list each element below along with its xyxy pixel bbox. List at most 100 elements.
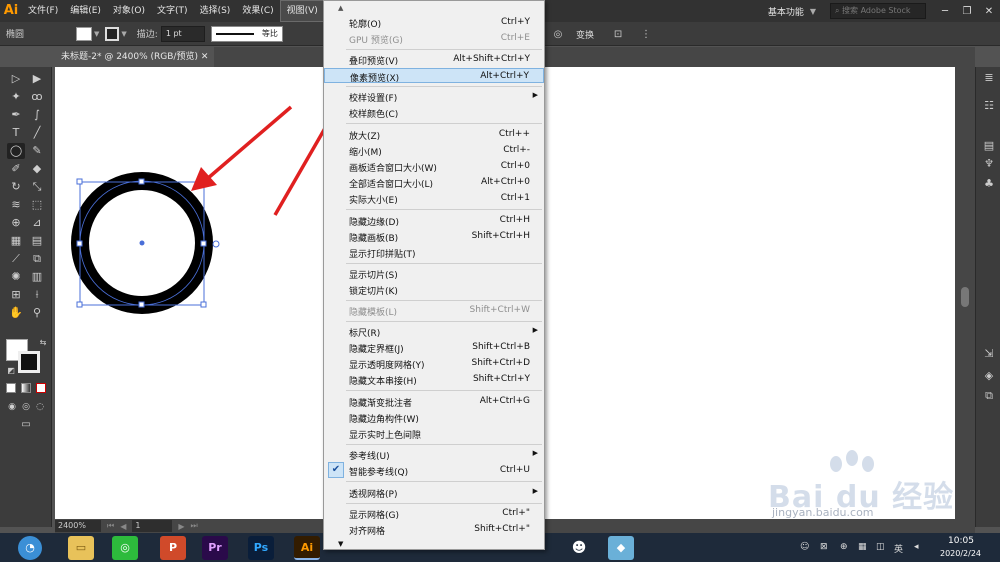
next-artboard-icon[interactable]: ▶ <box>178 522 184 531</box>
menu-effect[interactable]: 效果(C) <box>236 0 279 22</box>
chevron-down-icon[interactable]: ▼ <box>94 30 99 38</box>
close-icon[interactable]: ✕ <box>201 52 209 62</box>
stroke-indicator[interactable] <box>18 351 40 373</box>
tray-icon[interactable]: ☺ <box>800 542 809 552</box>
bbox-handle[interactable] <box>200 240 207 247</box>
menu-type[interactable]: 文字(T) <box>151 0 194 22</box>
menu-item-lock-slices[interactable]: 锁定切片(K) <box>324 282 544 297</box>
scale-tool-icon[interactable]: ⤡ <box>28 179 46 195</box>
menu-edit[interactable]: 编辑(E) <box>64 0 107 22</box>
restore-icon[interactable]: ❐ <box>956 6 978 17</box>
perspective-grid-tool-icon[interactable]: ⊿ <box>28 215 46 231</box>
minimize-icon[interactable]: ─ <box>934 6 956 17</box>
menu-item-hide-artboards[interactable]: 隐藏画板(B) Shift+Ctrl+H <box>324 229 544 244</box>
file-explorer-taskbar-icon[interactable]: ▭ <box>68 536 94 560</box>
symbols-panel-icon[interactable]: ♣ <box>981 177 997 190</box>
mesh-tool-icon[interactable]: ▦ <box>7 233 25 249</box>
fill-color-swatch[interactable] <box>76 26 92 41</box>
menu-item-smart-guides[interactable]: ✔ 智能参考线(Q) Ctrl+U <box>324 462 544 478</box>
input-method-icon[interactable]: 英 <box>894 542 903 555</box>
eyedropper-tool-icon[interactable]: ⟋ <box>7 251 25 267</box>
draw-inside-icon[interactable]: ◌ <box>31 399 49 415</box>
menu-item-fit-all[interactable]: 全部适合窗口大小(L) Alt+Ctrl+0 <box>324 175 544 190</box>
menu-item-show-print-tiling[interactable]: 显示打印拼贴(T) <box>324 245 544 260</box>
scroll-down-icon[interactable]: ▼ <box>338 540 343 548</box>
menu-item-snap-to-grid[interactable]: 对齐网格 Shift+Ctrl+" <box>324 522 544 537</box>
chevron-down-icon[interactable]: ▼ <box>121 30 126 38</box>
menu-item-actual-size[interactable]: 实际大小(E) Ctrl+1 <box>324 191 544 206</box>
zoom-tool-icon[interactable]: ⚲ <box>28 305 46 321</box>
premiere-taskbar-icon[interactable]: Pr <box>202 536 228 560</box>
clock-date[interactable]: 2020/2/24 <box>940 549 981 558</box>
menu-item-rulers[interactable]: 标尺(R) ▶ <box>324 324 544 339</box>
menu-item-show-transparency-grid[interactable]: 显示透明度网格(Y) Shift+Ctrl+D <box>324 356 544 371</box>
blend-tool-icon[interactable]: ⧉ <box>28 251 46 267</box>
workspace-switcher[interactable]: 基本功能 <box>768 5 804 18</box>
menu-item-show-grid[interactable]: 显示网格(G) Ctrl+" <box>324 506 544 521</box>
network-icon[interactable]: ◫ <box>876 542 885 552</box>
curvature-tool-icon[interactable]: ∫ <box>28 107 46 123</box>
bbox-handle[interactable] <box>76 240 83 247</box>
bbox-handle[interactable] <box>200 301 207 308</box>
tray-icon[interactable]: ⊕ <box>840 542 848 552</box>
align-icon[interactable]: ⋮ <box>636 29 656 40</box>
screen-mode-icon[interactable]: ▭ <box>17 417 35 433</box>
bbox-handle[interactable] <box>76 178 83 185</box>
bbox-handle[interactable] <box>76 301 83 308</box>
illustrator-taskbar-icon[interactable]: Ai <box>294 536 320 560</box>
menu-item-pixel-preview[interactable]: 像素预览(X) Alt+Ctrl+Y <box>324 68 544 84</box>
artboards-panel-icon[interactable]: ⧉ <box>981 389 997 403</box>
menu-item-guides[interactable]: 参考线(U) ▶ <box>324 447 544 462</box>
libraries-panel-icon[interactable]: ☷ <box>981 99 997 112</box>
menu-item-overprint-preview[interactable]: 叠印预览(V) Alt+Shift+Ctrl+Y <box>324 52 544 67</box>
stroke-weight-field[interactable]: 1 pt <box>160 25 205 42</box>
stroke-label[interactable]: 描边: <box>137 27 158 40</box>
menu-view[interactable]: 视图(V) <box>279 0 325 22</box>
recolor-icon[interactable]: ◎ <box>548 29 568 40</box>
transform-button[interactable]: 变换 <box>576 28 594 41</box>
bbox-handle[interactable] <box>138 301 145 308</box>
menu-item-hide-bounding-box[interactable]: 隐藏定界框(J) Shift+Ctrl+B <box>324 340 544 355</box>
wechat-taskbar-icon[interactable]: ◎ <box>112 536 138 560</box>
zoom-level-field[interactable]: 2400% <box>55 520 101 532</box>
browser-taskbar-icon[interactable]: ◔ <box>18 536 42 560</box>
stroke-color-swatch[interactable] <box>105 26 120 41</box>
default-fill-stroke-icon[interactable]: ◩ <box>2 363 20 379</box>
magic-wand-tool-icon[interactable]: ✦ <box>7 89 25 105</box>
lasso-tool-icon[interactable]: ꝏ <box>28 89 46 105</box>
menu-item-fit-artboard[interactable]: 画板适合窗口大小(W) Ctrl+0 <box>324 159 544 174</box>
selection-tool-icon[interactable]: ▷ <box>7 71 25 87</box>
menu-item-proof-colors[interactable]: 校样颜色(C) <box>324 105 544 120</box>
menu-file[interactable]: 文件(F) <box>22 0 64 22</box>
eraser-tool-icon[interactable]: ◆ <box>28 161 46 177</box>
shape-builder-tool-icon[interactable]: ⊕ <box>7 215 25 231</box>
tray-icon[interactable]: ▦ <box>858 542 867 552</box>
chevron-down-icon[interactable]: ▼ <box>810 7 816 16</box>
stroke-panel-icon[interactable]: ▤ <box>981 139 997 152</box>
warp-tool-icon[interactable]: ≋ <box>7 197 25 213</box>
layers-panel-icon[interactable]: ◈ <box>981 369 997 382</box>
properties-panel-icon[interactable]: ≣ <box>981 71 997 84</box>
menu-item-zoom-out[interactable]: 缩小(M) Ctrl+- <box>324 143 544 158</box>
symbol-sprayer-tool-icon[interactable]: ✺ <box>7 269 25 285</box>
free-transform-tool-icon[interactable]: ⬚ <box>28 197 46 213</box>
type-tool-icon[interactable]: T <box>7 125 25 141</box>
document-tab[interactable]: 未标题-2* @ 2400% (RGB/预览) ✕ <box>55 47 215 67</box>
gradient-tool-icon[interactable]: ▤ <box>28 233 46 249</box>
direct-selection-tool-icon[interactable]: ▶ <box>28 71 46 87</box>
pie-widget-handle[interactable] <box>212 240 220 248</box>
line-tool-icon[interactable]: ╱ <box>28 125 46 141</box>
ellipse-tool-icon[interactable]: ◯ <box>7 143 25 159</box>
clock-time[interactable]: 10:05 <box>948 536 974 546</box>
gradient-mode-icon[interactable] <box>21 383 31 393</box>
last-artboard-icon[interactable]: ⏭ <box>191 521 198 531</box>
brushes-panel-icon[interactable]: ♆ <box>981 157 997 170</box>
powerpoint-taskbar-icon[interactable]: P <box>160 536 186 560</box>
stock-search-input[interactable]: ⌕ 搜索 Adobe Stock <box>830 3 926 19</box>
isolate-icon[interactable]: ⊡ <box>608 29 628 40</box>
column-graph-tool-icon[interactable]: ▥ <box>28 269 46 285</box>
artboard-number-field[interactable]: 1 <box>132 520 173 532</box>
menu-select[interactable]: 选择(S) <box>194 0 237 22</box>
menu-item-perspective-grid[interactable]: 透视网格(P) ▶ <box>324 485 544 500</box>
shaper-tool-icon[interactable]: ✐ <box>7 161 25 177</box>
